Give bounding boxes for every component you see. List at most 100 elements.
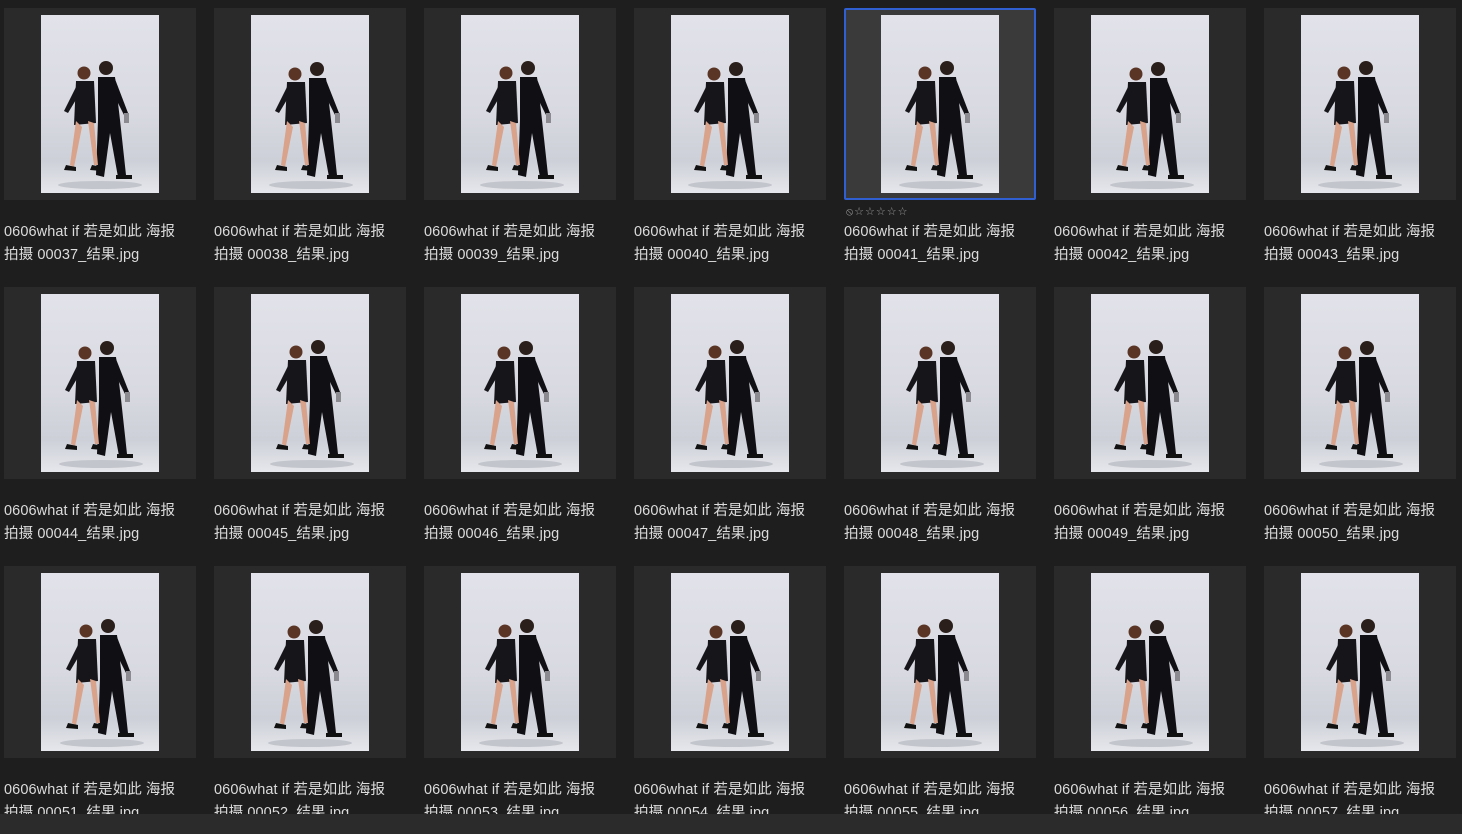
thumbnail-item[interactable]: 0606what if 若是如此 海报 拍摄 00049_结果.jpg xyxy=(1054,280,1248,552)
filename-line-2: 拍摄 00042_结果.jpg xyxy=(1054,247,1190,263)
thumbnail-image[interactable] xyxy=(881,15,999,193)
thumbnail-frame[interactable] xyxy=(214,287,406,479)
thumbnail-image[interactable] xyxy=(251,15,369,193)
thumbnail-item[interactable]: 0606what if 若是如此 海报 拍摄 00053_结果.jpg xyxy=(424,559,618,814)
filename-line-2: 拍摄 00048_结果.jpg xyxy=(844,526,980,542)
thumbnail-filename: 0606what if 若是如此 海报拍摄 00055_结果.jpg xyxy=(844,779,1038,814)
thumbnail-image[interactable] xyxy=(1091,15,1209,193)
thumbnail-frame[interactable] xyxy=(4,8,196,200)
thumbnail-item[interactable]: 0606what if 若是如此 海报 拍摄 00051_结果.jpg xyxy=(4,559,198,814)
thumbnail-item[interactable]: 0606what if 若是如此 海报 拍摄 00057_结果.jpg xyxy=(1264,559,1458,814)
filename-line-2: 拍摄 00053_结果.jpg xyxy=(424,805,560,814)
thumbnail-item[interactable]: 0606what if 若是如此 海报 拍摄 00040_结果.jpg xyxy=(634,1,828,273)
filename-line-2: 拍摄 00041_结果.jpg xyxy=(844,247,980,263)
filename-line-1: 0606what if 若是如此 海报 xyxy=(1054,782,1226,798)
filename-line-2: 拍摄 00037_结果.jpg xyxy=(4,247,140,263)
filename-line-1: 0606what if 若是如此 海报 xyxy=(844,224,1016,240)
thumbnail-item[interactable]: 0606what if 若是如此 海报 拍摄 00054_结果.jpg xyxy=(634,559,828,814)
thumbnail-image[interactable] xyxy=(671,294,789,472)
thumbnail-item[interactable]: 0606what if 若是如此 海报 拍摄 00038_结果.jpg xyxy=(214,1,408,273)
thumbnail-frame[interactable] xyxy=(1264,566,1456,758)
filename-line-1: 0606what if 若是如此 海报 xyxy=(844,503,1016,519)
thumbnail-frame[interactable] xyxy=(4,287,196,479)
thumbnail-image[interactable] xyxy=(41,573,159,751)
filename-line-2: 拍摄 00040_结果.jpg xyxy=(634,247,770,263)
thumbnail-frame[interactable] xyxy=(4,566,196,758)
thumbnail-filename: 0606what if 若是如此 海报 拍摄 00047_结果.jpg xyxy=(634,500,828,546)
thumbnail-item[interactable]: 0606what if 若是如此 海报 拍摄 00050_结果.jpg xyxy=(1264,280,1458,552)
thumbnail-frame[interactable] xyxy=(634,8,826,200)
thumbnail-filename: 0606what if 若是如此 海报 拍摄 00043_结果.jpg xyxy=(1264,221,1458,267)
thumbnail-frame[interactable] xyxy=(1264,8,1456,200)
filename-line-2: 拍摄 00049_结果.jpg xyxy=(1054,526,1190,542)
thumbnail-image[interactable] xyxy=(1301,15,1419,193)
star-rating[interactable]: ⦸☆☆☆☆☆ xyxy=(846,205,908,219)
thumbnail-filename: 0606what if 若是如此 海报 拍摄 00046_结果.jpg xyxy=(424,500,618,546)
thumbnail-filename: 0606what if 若是如此 海报 拍摄 00039_结果.jpg xyxy=(424,221,618,267)
thumbnail-image[interactable] xyxy=(251,573,369,751)
filename-line-1: 0606what if 若是如此 海报 xyxy=(424,224,596,240)
thumbnail-frame[interactable] xyxy=(634,287,826,479)
thumbnail-image[interactable] xyxy=(461,294,579,472)
thumbnail-item[interactable]: 0606what if 若是如此 海报 拍摄 00045_结果.jpg xyxy=(214,280,408,552)
thumbnail-frame[interactable] xyxy=(1054,287,1246,479)
thumbnail-filename: 0606what if 若是如此 海报 拍摄 00054_结果.jpg xyxy=(634,779,828,814)
thumbnail-item[interactable]: 0606what if 若是如此 海报 拍摄 00047_结果.jpg xyxy=(634,280,828,552)
filename-line-2: 拍摄 00056_结果.jpg xyxy=(1054,805,1190,814)
thumbnail-image[interactable] xyxy=(671,573,789,751)
thumbnail-item[interactable]: ⦸☆☆☆☆☆ 0606what if 若是如此 海报 拍摄 00041_结果.jpg xyxy=(844,1,1038,273)
thumbnail-frame[interactable] xyxy=(1264,287,1456,479)
thumbnail-frame[interactable] xyxy=(424,8,616,200)
thumbnail-item[interactable]: 0606what if 若是如此 海报 拍摄 00037_结果.jpg xyxy=(4,1,198,273)
thumbnail-image[interactable] xyxy=(671,15,789,193)
thumbnail-image[interactable] xyxy=(1301,573,1419,751)
filename-line-1: 0606what if 若是如此 海报 xyxy=(4,224,176,240)
thumbnail-filename: 0606what if 若是如此 海报 拍摄 00048_结果.jpg xyxy=(844,500,1038,546)
file-browser-grid: 0606what if 若是如此 海报 拍摄 00037_结果.jpg 0606w… xyxy=(0,0,1462,814)
thumbnail-image[interactable] xyxy=(881,573,999,751)
thumbnail-item[interactable]: 0606what if 若是如此 海报 拍摄 00044_结果.jpg xyxy=(4,280,198,552)
filename-line-2: 拍摄 00052_结果.jpg xyxy=(214,805,350,814)
thumbnail-item[interactable]: 0606what if 若是如此 海报拍摄 00052_结果.jpg xyxy=(214,559,408,814)
thumbnail-filename: 0606what if 若是如此 海报 拍摄 00049_结果.jpg xyxy=(1054,500,1248,546)
filename-line-1: 0606what if 若是如此 海报 xyxy=(214,782,386,798)
thumbnail-grid: 0606what if 若是如此 海报 拍摄 00037_结果.jpg 0606w… xyxy=(0,0,1462,814)
thumbnail-frame[interactable] xyxy=(844,8,1036,200)
thumbnail-item[interactable]: 0606what if 若是如此 海报 拍摄 00043_结果.jpg xyxy=(1264,1,1458,273)
thumbnail-item[interactable]: 0606what if 若是如此 海报拍摄 00055_结果.jpg xyxy=(844,559,1038,814)
thumbnail-image[interactable] xyxy=(41,294,159,472)
thumbnail-frame[interactable] xyxy=(634,566,826,758)
thumbnail-image[interactable] xyxy=(41,15,159,193)
thumbnail-item[interactable]: 0606what if 若是如此 海报 拍摄 00046_结果.jpg xyxy=(424,280,618,552)
thumbnail-image[interactable] xyxy=(251,294,369,472)
thumbnail-frame[interactable] xyxy=(844,566,1036,758)
filename-line-1: 0606what if 若是如此 海报 xyxy=(4,503,176,519)
filename-line-2: 拍摄 00047_结果.jpg xyxy=(634,526,770,542)
thumbnail-item[interactable]: 0606what if 若是如此 海报 拍摄 00039_结果.jpg xyxy=(424,1,618,273)
thumbnail-frame[interactable] xyxy=(1054,566,1246,758)
filename-line-2: 拍摄 00044_结果.jpg xyxy=(4,526,140,542)
filename-line-1: 0606what if 若是如此 海报 xyxy=(1264,782,1436,798)
thumbnail-image[interactable] xyxy=(461,15,579,193)
thumbnail-image[interactable] xyxy=(1091,573,1209,751)
thumbnail-filename: 0606what if 若是如此 海报 拍摄 00040_结果.jpg xyxy=(634,221,828,267)
thumbnail-image[interactable] xyxy=(1091,294,1209,472)
thumbnail-frame[interactable] xyxy=(424,287,616,479)
thumbnail-image[interactable] xyxy=(881,294,999,472)
thumbnail-filename: 0606what if 若是如此 海报 拍摄 00044_结果.jpg xyxy=(4,500,198,546)
thumbnail-item[interactable]: 0606what if 若是如此 海报 拍摄 00048_结果.jpg xyxy=(844,280,1038,552)
thumbnail-filename: 0606what if 若是如此 海报拍摄 00056_结果.jpg xyxy=(1054,779,1248,814)
thumbnail-image[interactable] xyxy=(1301,294,1419,472)
thumbnail-frame[interactable] xyxy=(844,287,1036,479)
thumbnail-frame[interactable] xyxy=(214,8,406,200)
thumbnail-frame[interactable] xyxy=(1054,8,1246,200)
thumbnail-frame[interactable] xyxy=(214,566,406,758)
filename-line-2: 拍摄 00050_结果.jpg xyxy=(1264,526,1400,542)
filename-line-1: 0606what if 若是如此 海报 xyxy=(844,782,1016,798)
filename-line-1: 0606what if 若是如此 海报 xyxy=(424,503,596,519)
thumbnail-frame[interactable] xyxy=(424,566,616,758)
filename-line-2: 拍摄 00055_结果.jpg xyxy=(844,805,980,814)
thumbnail-item[interactable]: 0606what if 若是如此 海报拍摄 00056_结果.jpg xyxy=(1054,559,1248,814)
thumbnail-image[interactable] xyxy=(461,573,579,751)
thumbnail-item[interactable]: 0606what if 若是如此 海报 拍摄 00042_结果.jpg xyxy=(1054,1,1248,273)
